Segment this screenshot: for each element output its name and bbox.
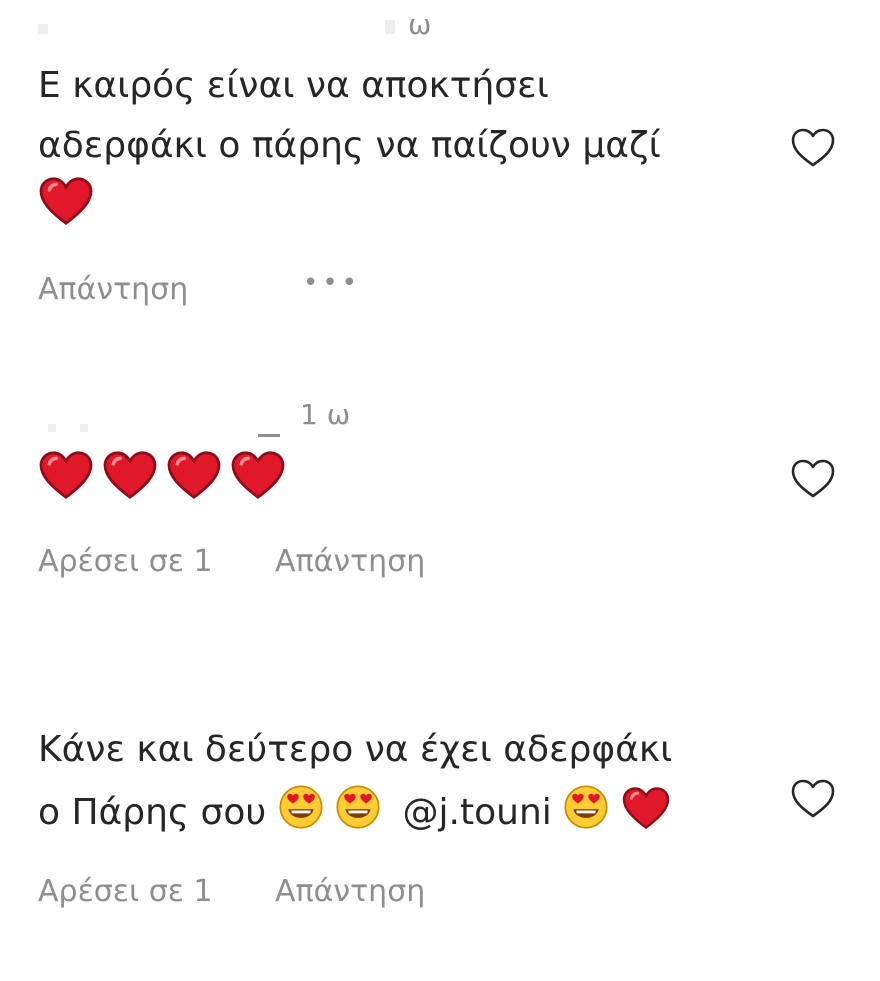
heart-eyes-emoji [335, 784, 381, 830]
like-heart-icon[interactable] [789, 125, 837, 169]
red-heart-emoji [38, 450, 94, 500]
comment-1: ω Ε καιρός είναι να αποκτήσει αδερφάκι ο… [0, 0, 880, 320]
mention-link[interactable]: @j.touni [403, 792, 552, 833]
more-options-icon[interactable]: ••• [303, 268, 361, 298]
comment-text-line: Ε καιρός είναι να αποκτήσει [38, 65, 549, 106]
like-heart-icon[interactable] [789, 776, 837, 820]
likes-count[interactable]: Αρέσει σε 1 [38, 544, 213, 579]
reply-button[interactable]: Απάντηση [275, 874, 425, 909]
red-heart-emoji [102, 450, 158, 500]
like-heart-icon[interactable] [789, 456, 837, 500]
username-redacted[interactable] [48, 424, 56, 432]
comment-time: ω [408, 8, 432, 41]
red-heart-emoji [166, 450, 222, 500]
comment-2: 1 ω Αρέσει σε 1 Απάντηση [0, 380, 880, 600]
username-redacted[interactable] [385, 20, 395, 34]
likes-count[interactable]: Αρέσει σε 1 [38, 874, 213, 909]
heart-eyes-emoji [563, 784, 609, 830]
heart-eyes-emoji [278, 784, 324, 830]
comment-text-line: αδερφάκι ο πάρης να παίζουν μαζί [38, 125, 661, 166]
red-heart-emoji [38, 176, 94, 226]
comment-text-line-2: ο Πάρης σου @j.touni [38, 784, 671, 837]
reply-button[interactable]: Απάντηση [38, 272, 188, 307]
username-redacted[interactable] [258, 402, 280, 437]
username-redacted[interactable] [38, 24, 48, 34]
red-heart-emoji [230, 450, 286, 500]
comment-time: 1 ω [300, 398, 351, 431]
comment-text-line: Κάνε και δεύτερο να έχει αδερφάκι [38, 729, 673, 770]
comment-text-fragment: ο Πάρης σου [38, 792, 267, 833]
username-redacted[interactable] [80, 424, 88, 432]
red-heart-emoji [621, 786, 671, 830]
comment-3: Κάνε και δεύτερο να έχει αδερφάκι ο Πάρη… [0, 720, 880, 940]
reply-button[interactable]: Απάντηση [275, 544, 425, 579]
